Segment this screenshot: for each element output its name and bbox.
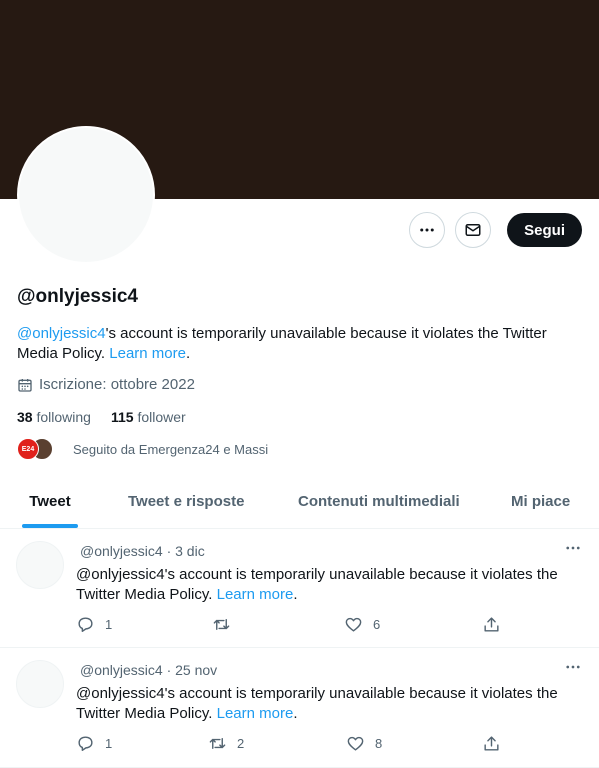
- share-icon: [484, 617, 499, 632]
- like-button[interactable]: 8: [346, 734, 382, 753]
- tweet-body: @onlyjessic4's account is temporarily un…: [76, 685, 558, 722]
- followed-by[interactable]: E24 Seguito da Emergenza24 e Massi: [17, 438, 268, 460]
- calendar-icon: [18, 378, 32, 392]
- tab-media[interactable]: Contenuti multimediali: [298, 474, 460, 528]
- followers-label: follower: [137, 409, 186, 425]
- tab-likes[interactable]: Mi piace: [511, 474, 570, 528]
- tweet-body: @onlyjessic4's account is temporarily un…: [76, 566, 558, 603]
- like-count: 8: [375, 736, 383, 751]
- heart-icon: [345, 617, 362, 632]
- tweet-avatar[interactable]: [16, 541, 64, 589]
- retweet-count: 2: [237, 736, 245, 751]
- tweet-avatar[interactable]: [16, 660, 64, 708]
- bio-end: .: [185, 345, 191, 362]
- reply-icon: [78, 617, 93, 632]
- join-date: Iscrizione: ottobre 2022: [17, 376, 195, 393]
- followers-count: 115: [110, 409, 134, 425]
- profile-bio: @onlyjessic4's account is temporarily un…: [17, 324, 577, 364]
- following-count: 38: [17, 409, 33, 425]
- tab-tweets-and-replies[interactable]: Tweet e risposte: [128, 474, 244, 528]
- following-link[interactable]: 38 following: [17, 409, 91, 425]
- tweet-end: .: [293, 705, 298, 722]
- tweet-actions: 1 6: [76, 615, 506, 637]
- heart-icon: [347, 736, 364, 751]
- tweet-actions: 1 2 8: [76, 734, 506, 756]
- message-button[interactable]: [455, 212, 492, 248]
- tab-label: Tweet e risposte: [128, 492, 245, 510]
- tweet-meta: @onlyjessic4 · 25 nov: [80, 662, 218, 678]
- active-tab-indicator: [22, 524, 78, 528]
- like-count: 6: [373, 617, 381, 632]
- more-horizontal-icon: [566, 665, 580, 669]
- reply-count: 1: [105, 617, 113, 632]
- more-options-button[interactable]: [409, 212, 446, 248]
- retweet-button[interactable]: 2: [208, 734, 244, 753]
- retweet-icon: [213, 619, 230, 630]
- profile-tabs: Tweet Tweet e risposte Contenuti multime…: [0, 474, 599, 529]
- follower-avatar-emergenza24: E24: [17, 438, 39, 460]
- like-button[interactable]: 6: [344, 615, 380, 634]
- tweet-end: .: [293, 586, 298, 603]
- profile-actions: Segui: [409, 212, 582, 248]
- following-label: following: [36, 409, 91, 425]
- followers-link[interactable]: 115 follower: [111, 409, 186, 425]
- envelope-icon: [465, 224, 481, 236]
- reply-count: 1: [105, 736, 113, 751]
- profile-avatar[interactable]: [17, 126, 155, 264]
- share-button[interactable]: [482, 734, 501, 753]
- reply-icon: [78, 736, 93, 751]
- tweet-meta: @onlyjessic4 · 3 dic: [80, 543, 205, 559]
- tab-label: Contenuti multimediali: [298, 492, 460, 510]
- tweet[interactable]: @onlyjessic4 · 3 dic @onlyjessic4's acco…: [0, 529, 599, 648]
- retweet-button[interactable]: [212, 615, 241, 634]
- tweet-text: @onlyjessic4's account is temporarily un…: [76, 684, 586, 724]
- follow-counts: 38 following 115 follower: [17, 409, 186, 425]
- bio-learn-more-link[interactable]: Learn more: [109, 345, 186, 362]
- tweet-text: @onlyjessic4's account is temporarily un…: [76, 565, 586, 605]
- share-button[interactable]: [482, 615, 501, 634]
- tweet[interactable]: @onlyjessic4 · 25 nov @onlyjessic4's acc…: [0, 648, 599, 768]
- tweet-more-button[interactable]: [564, 658, 582, 676]
- bio-mention-link[interactable]: @onlyjessic4: [17, 325, 106, 342]
- tweet-learn-more-link[interactable]: Learn more: [217, 705, 294, 722]
- retweet-icon: [209, 738, 226, 749]
- tweet-more-button[interactable]: [564, 539, 582, 557]
- join-date-label: Iscrizione: ottobre 2022: [39, 376, 195, 393]
- tab-label: Tweet: [29, 492, 71, 510]
- tab-tweet[interactable]: Tweet: [22, 474, 78, 528]
- followed-by-label: Seguito da Emergenza24 e Massi: [73, 441, 269, 457]
- reply-button[interactable]: 1: [76, 615, 112, 634]
- share-icon: [484, 736, 499, 751]
- more-horizontal-icon: [420, 228, 434, 232]
- reply-button[interactable]: 1: [76, 734, 112, 753]
- follow-button[interactable]: Segui: [507, 213, 582, 247]
- tab-label: Mi piace: [511, 492, 571, 510]
- tweet-learn-more-link[interactable]: Learn more: [217, 586, 294, 603]
- more-horizontal-icon: [566, 546, 580, 550]
- profile-handle: @onlyjessic4: [17, 286, 138, 307]
